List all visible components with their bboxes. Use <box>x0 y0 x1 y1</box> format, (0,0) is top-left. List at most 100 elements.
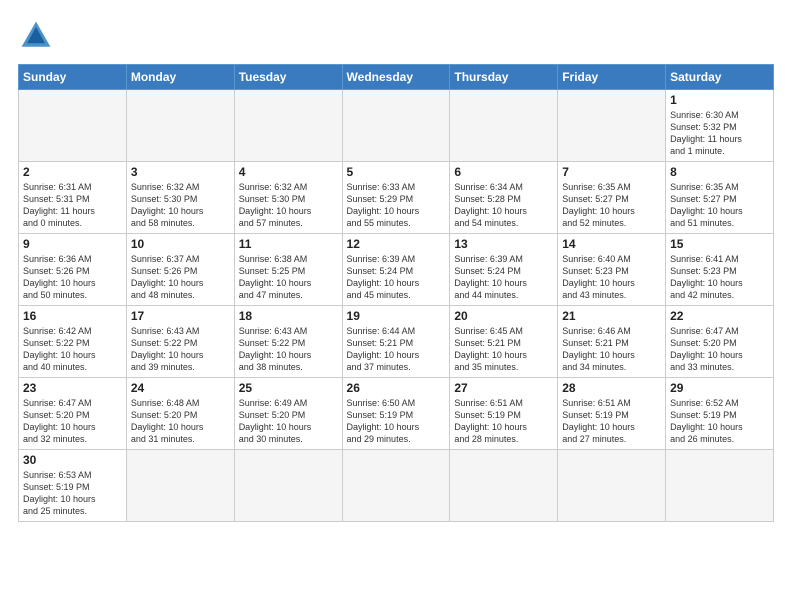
day-info: Sunrise: 6:35 AM Sunset: 5:27 PM Dayligh… <box>670 181 769 230</box>
calendar-cell-2-5: 14Sunrise: 6:40 AM Sunset: 5:23 PM Dayli… <box>558 234 666 306</box>
calendar-cell-2-6: 15Sunrise: 6:41 AM Sunset: 5:23 PM Dayli… <box>666 234 774 306</box>
day-info: Sunrise: 6:49 AM Sunset: 5:20 PM Dayligh… <box>239 397 338 446</box>
calendar-cell-1-6: 8 Sunrise: 6:35 AM Sunset: 5:27 PM Daylig… <box>666 162 774 234</box>
day-number: 10 <box>131 237 230 251</box>
day-number: 24 <box>131 381 230 395</box>
day-number: 1 <box>670 93 769 107</box>
day-number: 29 <box>670 381 769 395</box>
calendar: SundayMondayTuesdayWednesdayThursdayFrid… <box>18 64 774 522</box>
calendar-cell-4-2: 25Sunrise: 6:49 AM Sunset: 5:20 PM Dayli… <box>234 378 342 450</box>
calendar-cell-2-3: 12 Sunrise: 6:39 AM Sunset: 5:24 PM Dayli… <box>342 234 450 306</box>
calendar-cell-4-0: 23Sunrise: 6:47 AM Sunset: 5:20 PM Dayli… <box>19 378 127 450</box>
calendar-cell-5-4 <box>450 450 558 522</box>
day-info: Sunrise: 6:41 AM Sunset: 5:23 PM Dayligh… <box>670 253 769 302</box>
day-number: 19 <box>347 309 446 323</box>
calendar-cell-3-3: 19 Sunrise: 6:44 AM Sunset: 5:21 PM Dayli… <box>342 306 450 378</box>
day-number: 23 <box>23 381 122 395</box>
calendar-cell-5-6 <box>666 450 774 522</box>
calendar-cell-1-1: 3 Sunrise: 6:32 AM Sunset: 5:30 PM Daylig… <box>126 162 234 234</box>
calendar-cell-0-1 <box>126 90 234 162</box>
day-info: Sunrise: 6:37 AM Sunset: 5:26 PM Dayligh… <box>131 253 230 302</box>
day-number: 6 <box>454 165 553 179</box>
calendar-cell-2-4: 13 Sunrise: 6:39 AM Sunset: 5:24 PM Dayli… <box>450 234 558 306</box>
calendar-cell-0-6: 1 Sunrise: 6:30 AM Sunset: 5:32 PM Daylig… <box>666 90 774 162</box>
day-info: Sunrise: 6:47 AM Sunset: 5:20 PM Dayligh… <box>670 325 769 374</box>
calendar-cell-5-2 <box>234 450 342 522</box>
day-number: 3 <box>131 165 230 179</box>
day-number: 14 <box>562 237 661 251</box>
day-info: Sunrise: 6:45 AM Sunset: 5:21 PM Dayligh… <box>454 325 553 374</box>
calendar-cell-5-3 <box>342 450 450 522</box>
weekday-header-wednesday: Wednesday <box>342 65 450 90</box>
day-number: 9 <box>23 237 122 251</box>
day-number: 28 <box>562 381 661 395</box>
day-info: Sunrise: 6:31 AM Sunset: 5:31 PM Dayligh… <box>23 181 122 230</box>
day-info: Sunrise: 6:51 AM Sunset: 5:19 PM Dayligh… <box>562 397 661 446</box>
calendar-cell-3-6: 22 Sunrise: 6:47 AM Sunset: 5:20 PM Dayli… <box>666 306 774 378</box>
calendar-cell-2-1: 10 Sunrise: 6:37 AM Sunset: 5:26 PM Dayli… <box>126 234 234 306</box>
day-info: Sunrise: 6:42 AM Sunset: 5:22 PM Dayligh… <box>23 325 122 374</box>
day-number: 22 <box>670 309 769 323</box>
day-info: Sunrise: 6:43 AM Sunset: 5:22 PM Dayligh… <box>239 325 338 374</box>
day-info: Sunrise: 6:39 AM Sunset: 5:24 PM Dayligh… <box>347 253 446 302</box>
day-info: Sunrise: 6:30 AM Sunset: 5:32 PM Dayligh… <box>670 109 769 158</box>
day-info: Sunrise: 6:44 AM Sunset: 5:21 PM Dayligh… <box>347 325 446 374</box>
weekday-header-saturday: Saturday <box>666 65 774 90</box>
calendar-cell-2-2: 11 Sunrise: 6:38 AM Sunset: 5:25 PM Dayli… <box>234 234 342 306</box>
calendar-cell-1-5: 7 Sunrise: 6:35 AM Sunset: 5:27 PM Daylig… <box>558 162 666 234</box>
calendar-cell-5-5 <box>558 450 666 522</box>
calendar-cell-4-4: 27 Sunrise: 6:51 AM Sunset: 5:19 PM Dayli… <box>450 378 558 450</box>
calendar-cell-0-2 <box>234 90 342 162</box>
day-info: Sunrise: 6:35 AM Sunset: 5:27 PM Dayligh… <box>562 181 661 230</box>
day-number: 18 <box>239 309 338 323</box>
weekday-header-monday: Monday <box>126 65 234 90</box>
header <box>18 18 774 54</box>
weekday-header-friday: Friday <box>558 65 666 90</box>
day-number: 26 <box>347 381 446 395</box>
day-info: Sunrise: 6:36 AM Sunset: 5:26 PM Dayligh… <box>23 253 122 302</box>
week-row-1: 2 Sunrise: 6:31 AM Sunset: 5:31 PM Daylig… <box>19 162 774 234</box>
day-info: Sunrise: 6:39 AM Sunset: 5:24 PM Dayligh… <box>454 253 553 302</box>
calendar-cell-4-6: 29 Sunrise: 6:52 AM Sunset: 5:19 PM Dayli… <box>666 378 774 450</box>
day-info: Sunrise: 6:50 AM Sunset: 5:19 PM Dayligh… <box>347 397 446 446</box>
calendar-cell-5-1 <box>126 450 234 522</box>
day-number: 2 <box>23 165 122 179</box>
calendar-cell-2-0: 9 Sunrise: 6:36 AM Sunset: 5:26 PM Daylig… <box>19 234 127 306</box>
week-row-0: 1 Sunrise: 6:30 AM Sunset: 5:32 PM Daylig… <box>19 90 774 162</box>
weekday-header-tuesday: Tuesday <box>234 65 342 90</box>
page: SundayMondayTuesdayWednesdayThursdayFrid… <box>0 0 792 612</box>
calendar-cell-1-0: 2 Sunrise: 6:31 AM Sunset: 5:31 PM Daylig… <box>19 162 127 234</box>
week-row-3: 16 Sunrise: 6:42 AM Sunset: 5:22 PM Dayli… <box>19 306 774 378</box>
week-row-5: 30Sunrise: 6:53 AM Sunset: 5:19 PM Dayli… <box>19 450 774 522</box>
calendar-cell-0-3 <box>342 90 450 162</box>
day-info: Sunrise: 6:51 AM Sunset: 5:19 PM Dayligh… <box>454 397 553 446</box>
weekday-header-thursday: Thursday <box>450 65 558 90</box>
day-info: Sunrise: 6:32 AM Sunset: 5:30 PM Dayligh… <box>239 181 338 230</box>
week-row-4: 23Sunrise: 6:47 AM Sunset: 5:20 PM Dayli… <box>19 378 774 450</box>
calendar-cell-3-1: 17Sunrise: 6:43 AM Sunset: 5:22 PM Dayli… <box>126 306 234 378</box>
day-info: Sunrise: 6:46 AM Sunset: 5:21 PM Dayligh… <box>562 325 661 374</box>
calendar-cell-1-4: 6 Sunrise: 6:34 AM Sunset: 5:28 PM Daylig… <box>450 162 558 234</box>
calendar-cell-4-1: 24 Sunrise: 6:48 AM Sunset: 5:20 PM Dayli… <box>126 378 234 450</box>
day-number: 27 <box>454 381 553 395</box>
day-info: Sunrise: 6:34 AM Sunset: 5:28 PM Dayligh… <box>454 181 553 230</box>
day-info: Sunrise: 6:33 AM Sunset: 5:29 PM Dayligh… <box>347 181 446 230</box>
day-number: 12 <box>347 237 446 251</box>
day-info: Sunrise: 6:38 AM Sunset: 5:25 PM Dayligh… <box>239 253 338 302</box>
day-number: 7 <box>562 165 661 179</box>
logo <box>18 18 58 54</box>
logo-icon <box>18 18 54 54</box>
weekday-header-row: SundayMondayTuesdayWednesdayThursdayFrid… <box>19 65 774 90</box>
calendar-cell-3-5: 21 Sunrise: 6:46 AM Sunset: 5:21 PM Dayli… <box>558 306 666 378</box>
day-number: 21 <box>562 309 661 323</box>
day-number: 16 <box>23 309 122 323</box>
day-info: Sunrise: 6:48 AM Sunset: 5:20 PM Dayligh… <box>131 397 230 446</box>
day-number: 8 <box>670 165 769 179</box>
calendar-cell-4-3: 26 Sunrise: 6:50 AM Sunset: 5:19 PM Dayli… <box>342 378 450 450</box>
day-info: Sunrise: 6:32 AM Sunset: 5:30 PM Dayligh… <box>131 181 230 230</box>
day-number: 11 <box>239 237 338 251</box>
calendar-cell-4-5: 28 Sunrise: 6:51 AM Sunset: 5:19 PM Dayli… <box>558 378 666 450</box>
day-info: Sunrise: 6:52 AM Sunset: 5:19 PM Dayligh… <box>670 397 769 446</box>
day-number: 13 <box>454 237 553 251</box>
day-number: 5 <box>347 165 446 179</box>
